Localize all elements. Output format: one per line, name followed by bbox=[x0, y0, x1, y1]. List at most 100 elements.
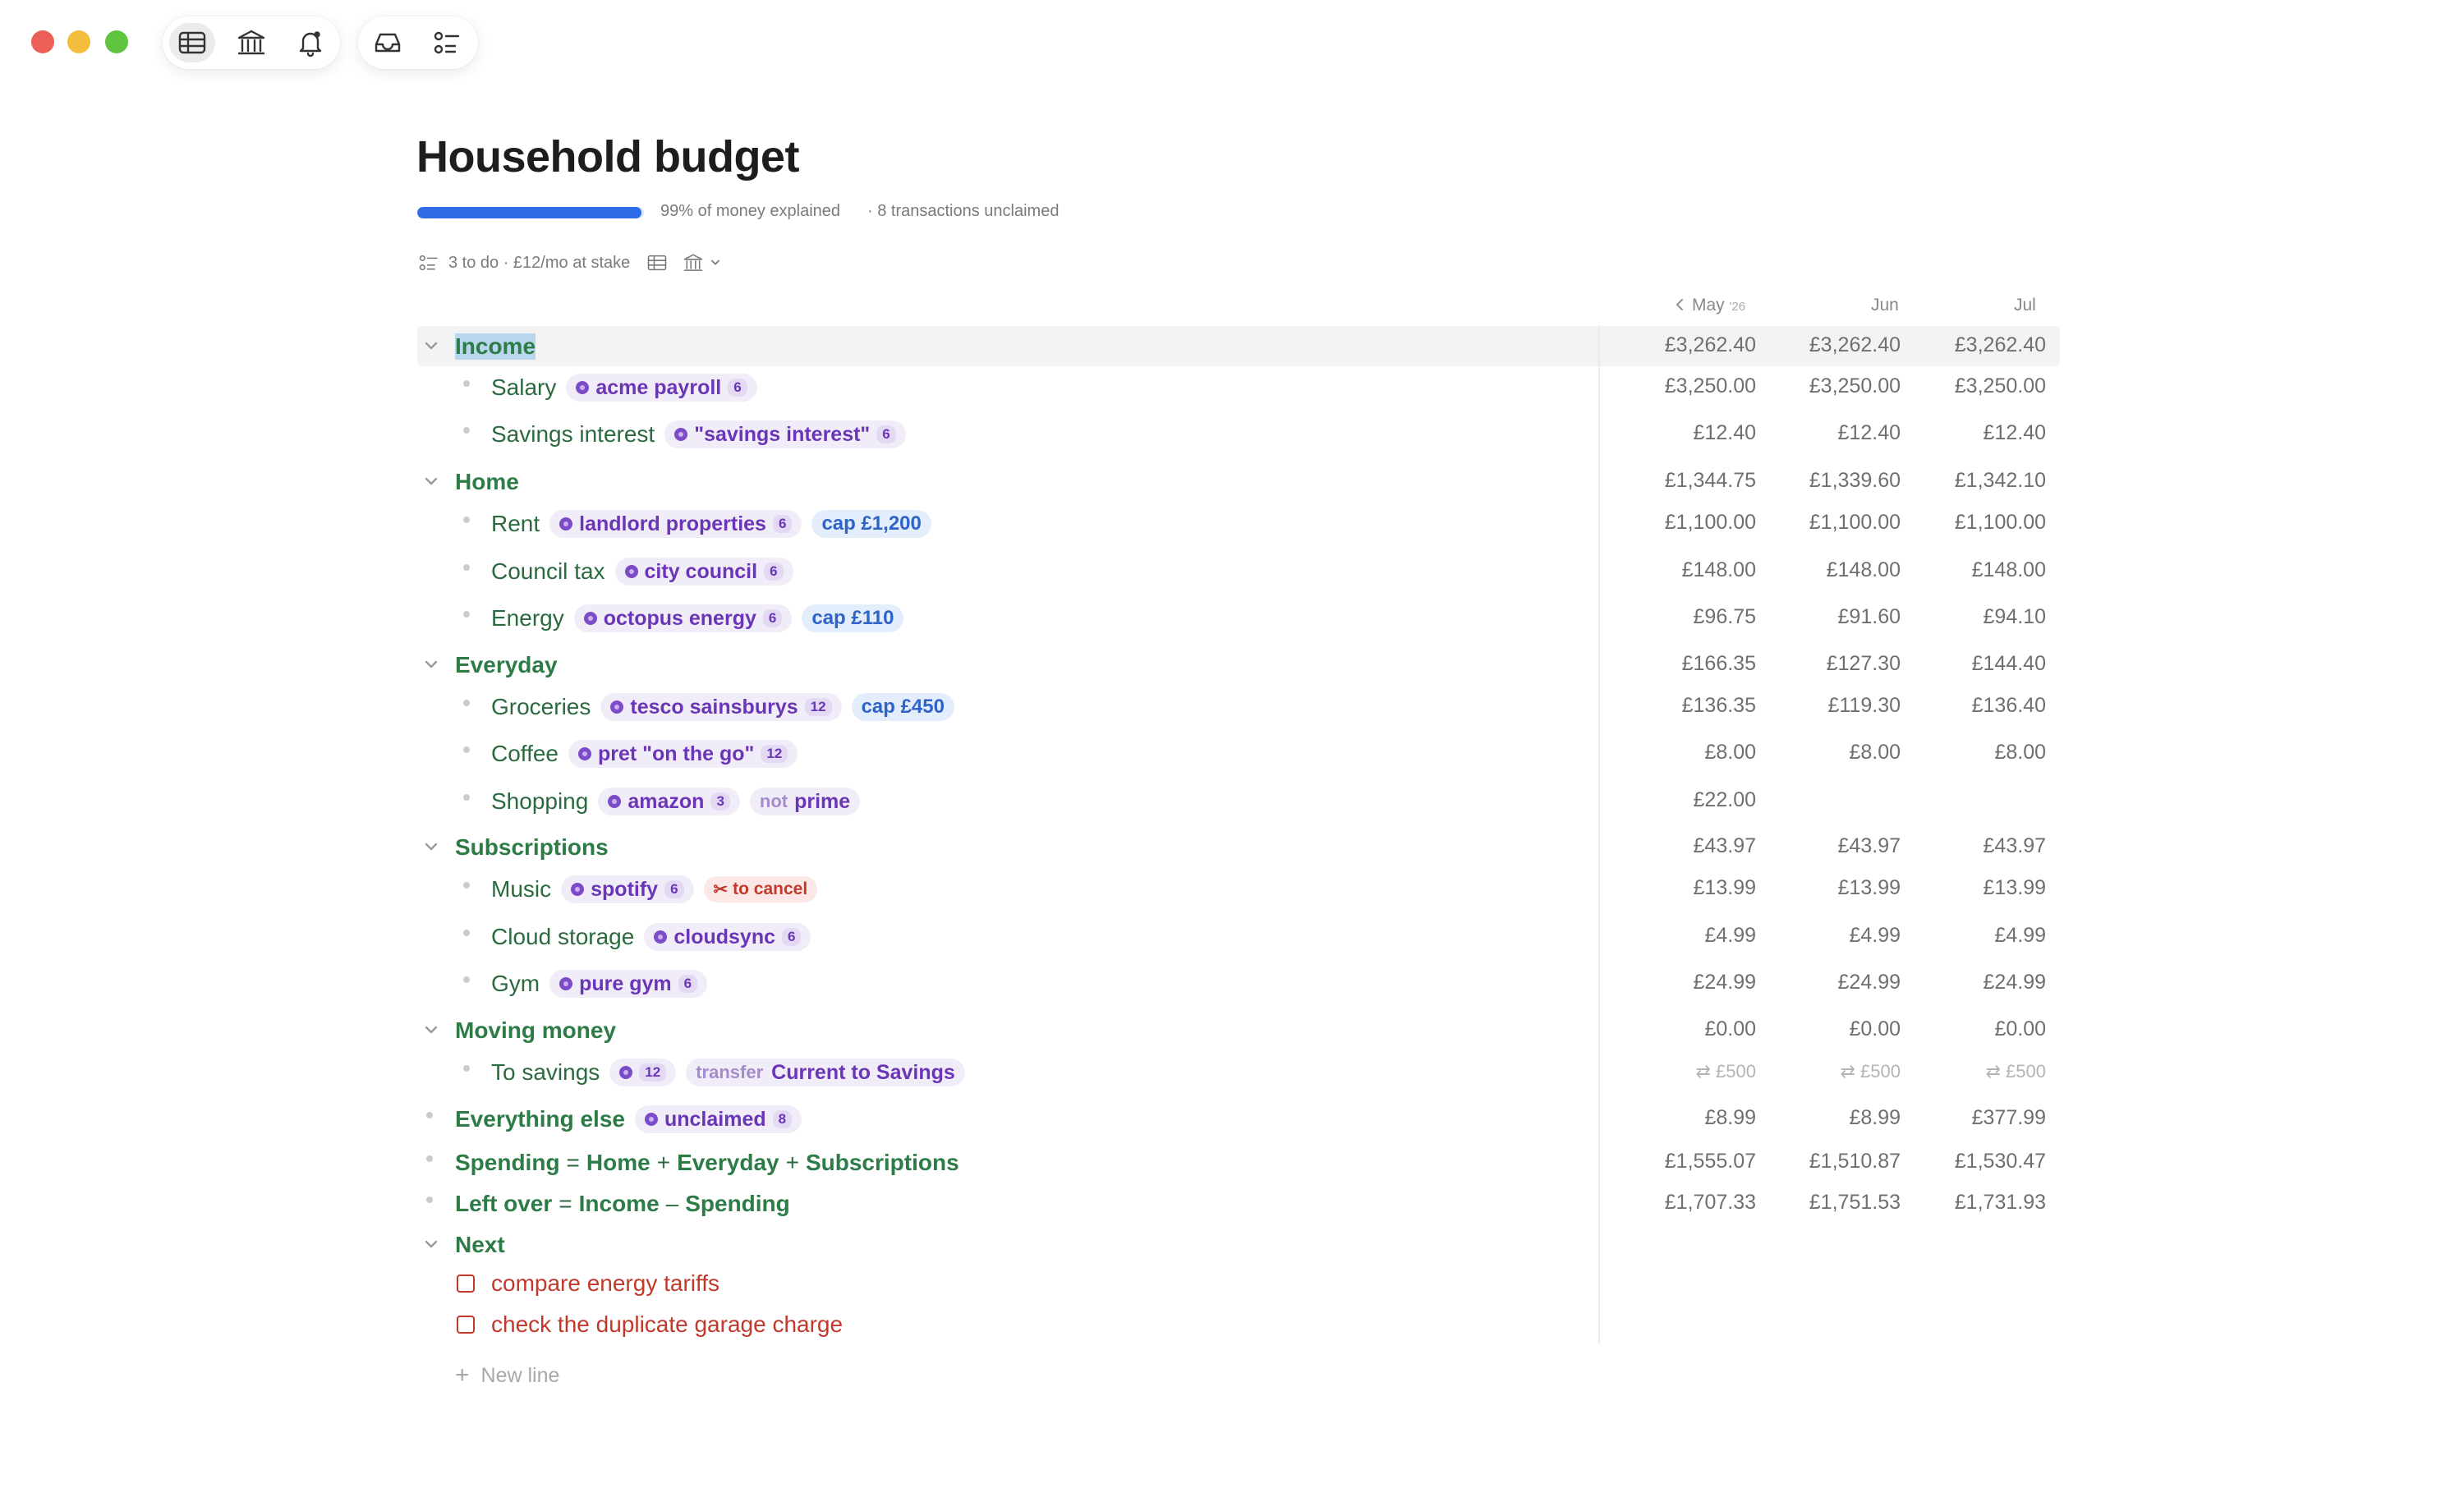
item-row-shopping[interactable]: Shopping amazon 3 not prime £22.00 bbox=[0, 780, 2464, 821]
value-may: £3,262.40 bbox=[1664, 333, 1756, 356]
transfer-chip[interactable]: transfer Current to Savings bbox=[686, 1059, 965, 1086]
checklist-icon bbox=[419, 255, 438, 271]
item-name[interactable]: Council tax bbox=[491, 558, 605, 585]
checklist-button[interactable] bbox=[424, 23, 470, 62]
month-header-may[interactable]: May '26 bbox=[1674, 296, 1745, 315]
task-checkbox[interactable] bbox=[457, 1316, 475, 1334]
item-row-to-savings[interactable]: To savings 12 transfer Current to Savings… bbox=[0, 1051, 2464, 1092]
inbox-button[interactable] bbox=[365, 23, 411, 62]
item-name[interactable]: Energy bbox=[491, 605, 564, 631]
item-row-music[interactable]: Music spotify 6 ✂ to cancel £13.99 £13.99 … bbox=[0, 868, 2464, 909]
item-row-cloud-storage[interactable]: Cloud storage cloudsync 6 £4.99 £4.99 £4.… bbox=[0, 916, 2464, 957]
formula-operator: – bbox=[665, 1191, 679, 1216]
rule-chip[interactable]: pret "on the go" 12 bbox=[568, 740, 798, 768]
item-row-coffee[interactable]: Coffee pret "on the go" 12 £8.00 £8.00 £8… bbox=[0, 733, 2464, 774]
rule-chip[interactable]: tesco sainsburys 12 bbox=[600, 693, 842, 721]
item-row-council-tax[interactable]: Council tax city council 6 £148.00 £148.0… bbox=[0, 550, 2464, 591]
chevron-down-icon[interactable] bbox=[709, 256, 722, 269]
chevron-down-icon[interactable] bbox=[421, 837, 441, 857]
item-name[interactable]: To savings bbox=[491, 1059, 600, 1086]
rule-chip[interactable]: amazon 3 bbox=[598, 788, 740, 815]
zoom-window-button[interactable] bbox=[105, 30, 128, 53]
task-item[interactable]: compare energy tariffs bbox=[457, 1270, 719, 1297]
rule-chip[interactable]: "savings interest" 6 bbox=[664, 420, 906, 448]
item-name[interactable]: Cloud storage bbox=[491, 924, 634, 950]
new-line-button[interactable]: + New line bbox=[455, 1362, 559, 1389]
chip-label: "savings interest" bbox=[694, 422, 871, 446]
accounts-button[interactable] bbox=[228, 23, 274, 62]
rule-dot-icon bbox=[654, 930, 668, 944]
item-row-rent[interactable]: Rent landlord properties 6 cap £1,200 £1,… bbox=[0, 503, 2464, 544]
rule-chip[interactable]: octopus energy 6 bbox=[573, 604, 793, 632]
group-name[interactable]: Subscriptions bbox=[455, 834, 609, 861]
group-row-everything-else[interactable]: Everything else unclaimed 8 £8.99 £8.99 £… bbox=[0, 1098, 2464, 1139]
item-row-gym[interactable]: Gym pure gym 6 £24.99 £24.99 £24.99 bbox=[0, 962, 2464, 1004]
cap-chip[interactable]: cap £450 bbox=[851, 693, 954, 721]
group-name[interactable]: Income bbox=[455, 333, 536, 360]
item-name[interactable]: Rent bbox=[491, 511, 540, 537]
formula-row-spending[interactable]: Spending = Home + Everyday + Subscriptio… bbox=[0, 1141, 2464, 1183]
chevron-down-icon[interactable] bbox=[421, 471, 441, 491]
item-name[interactable]: Salary bbox=[491, 374, 556, 401]
rule-chip[interactable]: city council 6 bbox=[614, 558, 793, 586]
task-item[interactable]: check the duplicate garage charge bbox=[457, 1311, 843, 1338]
unclaimed-text[interactable]: · 8 transactions unclaimed bbox=[867, 202, 1059, 221]
item-name[interactable]: Gym bbox=[491, 971, 540, 997]
rule-chip[interactable]: landlord properties 6 bbox=[549, 510, 802, 538]
minimize-window-button[interactable] bbox=[67, 30, 90, 53]
todo-summary: 3 to do · £12/mo at stake bbox=[417, 250, 722, 275]
rule-chip[interactable]: pure gym 6 bbox=[549, 970, 708, 998]
to-cancel-chip[interactable]: ✂ to cancel bbox=[703, 876, 818, 902]
cap-chip[interactable]: cap £110 bbox=[802, 604, 904, 632]
chevron-down-icon[interactable] bbox=[421, 336, 441, 356]
value-jul: £377.99 bbox=[1971, 1106, 2046, 1129]
bank-icon[interactable] bbox=[681, 251, 706, 274]
group-row-everyday[interactable]: Everyday £166.35 £127.30 £144.40 bbox=[0, 644, 2464, 685]
item-name[interactable]: Savings interest bbox=[491, 421, 655, 448]
rule-chip[interactable]: spotify 6 bbox=[561, 875, 694, 903]
task-checkbox[interactable] bbox=[457, 1274, 475, 1293]
group-name[interactable]: Everything else bbox=[455, 1106, 625, 1132]
group-row-moving-money[interactable]: Moving money £0.00 £0.00 £0.00 bbox=[0, 1009, 2464, 1050]
chevron-down-icon[interactable] bbox=[421, 654, 441, 674]
group-name[interactable]: Next bbox=[455, 1232, 505, 1258]
table-view-button[interactable] bbox=[169, 23, 215, 62]
close-window-button[interactable] bbox=[31, 30, 54, 53]
table-icon[interactable] bbox=[645, 251, 669, 274]
group-row-home[interactable]: Home £1,344.75 £1,339.60 £1,342.10 bbox=[0, 461, 2464, 502]
item-name[interactable]: Music bbox=[491, 876, 551, 902]
group-name[interactable]: Moving money bbox=[455, 1017, 616, 1044]
exclude-chip[interactable]: not prime bbox=[749, 788, 861, 815]
notifications-button[interactable] bbox=[287, 23, 333, 62]
value-jul: £24.99 bbox=[1983, 971, 2046, 994]
task-text[interactable]: compare energy tariffs bbox=[491, 1270, 719, 1297]
todo-text[interactable]: 3 to do · £12/mo at stake bbox=[448, 254, 630, 273]
group-name[interactable]: Everyday bbox=[455, 652, 558, 678]
rule-chip[interactable]: cloudsync 6 bbox=[644, 923, 811, 951]
formula[interactable]: Left over = Income – Spending bbox=[455, 1189, 790, 1219]
rule-chip[interactable]: acme payroll 6 bbox=[566, 374, 757, 402]
value-jun: £24.99 bbox=[1837, 971, 1901, 994]
item-row-energy[interactable]: Energy octopus energy 6 cap £110 £96.75 £… bbox=[0, 597, 2464, 638]
chevron-left-icon[interactable] bbox=[1674, 298, 1685, 311]
item-name[interactable]: Groceries bbox=[491, 694, 591, 720]
group-row-next[interactable]: Next bbox=[0, 1224, 2464, 1265]
cap-chip[interactable]: cap £1,200 bbox=[811, 510, 931, 538]
item-name[interactable]: Coffee bbox=[491, 741, 559, 767]
group-row-income[interactable]: Income £3,262.40 £3,262.40 £3,262.40 bbox=[0, 325, 2464, 366]
chevron-down-icon[interactable] bbox=[421, 1234, 441, 1254]
formula[interactable]: Spending = Home + Everyday + Subscriptio… bbox=[455, 1148, 959, 1178]
group-name[interactable]: Home bbox=[455, 469, 519, 495]
item-row-groceries[interactable]: Groceries tesco sainsburys 12 cap £450 £1… bbox=[0, 686, 2464, 727]
item-name[interactable]: Shopping bbox=[491, 788, 588, 815]
item-row-savings-interest[interactable]: Savings interest "savings interest" 6 £12… bbox=[0, 413, 2464, 454]
chip-count: 8 bbox=[772, 1110, 793, 1128]
formula-row-left-over[interactable]: Left over = Income – Spending £1,707.33 … bbox=[0, 1183, 2464, 1224]
chevron-down-icon[interactable] bbox=[421, 1020, 441, 1040]
value-may: £8.99 bbox=[1704, 1106, 1756, 1129]
group-row-subscriptions[interactable]: Subscriptions £43.97 £43.97 £43.97 bbox=[0, 826, 2464, 867]
rule-chip[interactable]: 12 bbox=[609, 1059, 677, 1086]
rule-chip[interactable]: unclaimed 8 bbox=[634, 1105, 802, 1133]
item-row-salary[interactable]: Salary acme payroll 6 £3,250.00 £3,250.00… bbox=[0, 366, 2464, 407]
task-text[interactable]: check the duplicate garage charge bbox=[491, 1311, 843, 1338]
